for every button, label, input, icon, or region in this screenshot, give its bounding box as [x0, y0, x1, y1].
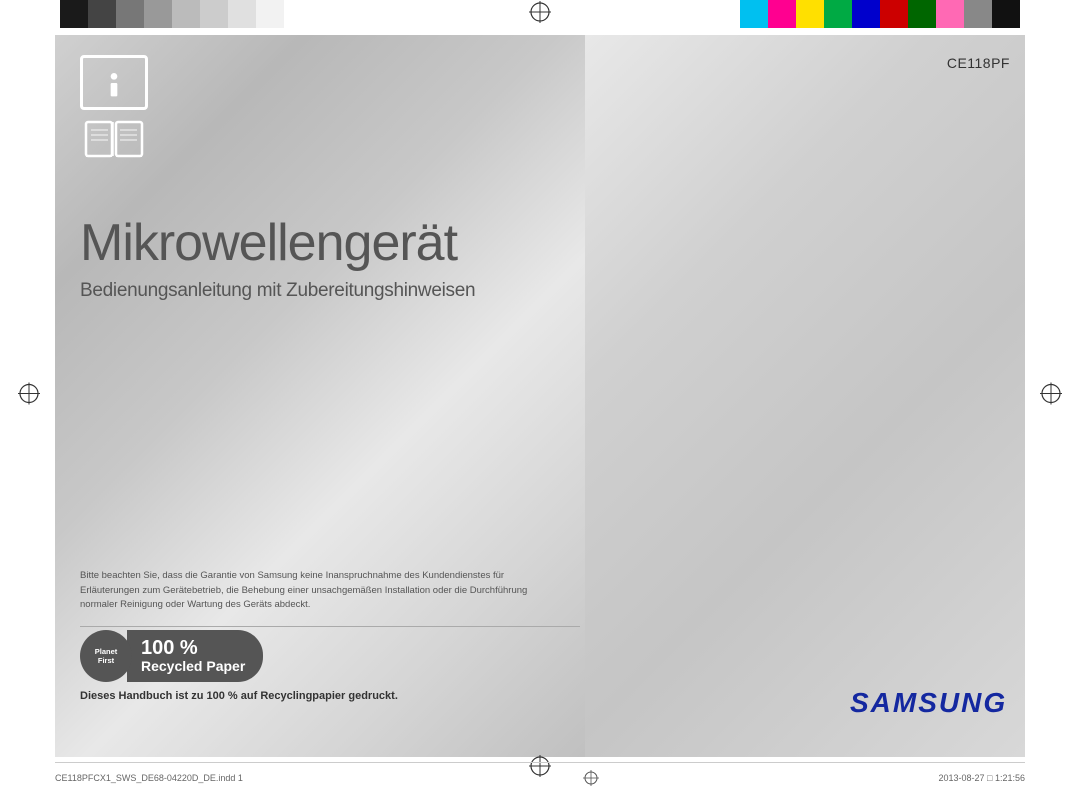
swatch-lighter-gray — [200, 0, 228, 28]
disclaimer-text: Bitte beachten Sie, dass die Garantie vo… — [80, 569, 565, 612]
svg-text:SAMSUNG: SAMSUNG — [850, 687, 1007, 718]
footer-center-reg — [583, 770, 599, 786]
recycled-percent: 100 % — [141, 637, 245, 659]
swatch-pink — [936, 0, 964, 28]
swatch-white-gray — [256, 0, 284, 28]
swatch-mid-gray — [116, 0, 144, 28]
swatch-near-black — [992, 0, 1020, 28]
footer-right: 2013-08-27 □ 1:21:56 — [938, 773, 1025, 783]
model-number: CE118PF — [947, 55, 1010, 71]
left-panel: Mikrowellengerät Bedienungsanleitung mit… — [55, 35, 585, 757]
reg-mark-right-center — [1040, 383, 1062, 410]
swatch-light-gray — [172, 0, 200, 28]
color-swatches-right — [740, 0, 1020, 28]
recycled-text-box: 100 % Recycled Paper — [127, 630, 263, 682]
recycled-label: Recycled Paper — [141, 659, 245, 674]
swatch-red — [880, 0, 908, 28]
swatch-black — [60, 0, 88, 28]
book-icon — [80, 116, 148, 161]
swatch-dark-gray — [88, 0, 116, 28]
info-icon-area — [80, 55, 160, 145]
swatch-dark-green — [908, 0, 936, 28]
main-document: Mikrowellengerät Bedienungsanleitung mit… — [55, 35, 1025, 757]
planet-first-area: Planet First 100 % Recycled Paper Dieses… — [80, 630, 398, 702]
swatch-magenta — [768, 0, 796, 28]
footer: CE118PFCX1_SWS_DE68-04220D_DE.indd 1 201… — [55, 762, 1025, 792]
swatch-gray — [144, 0, 172, 28]
swatch-medium-gray2 — [964, 0, 992, 28]
footer-left: CE118PFCX1_SWS_DE68-04220D_DE.indd 1 — [55, 773, 243, 783]
sub-title: Bedienungsanleitung mit Zubereitungshinw… — [80, 280, 565, 302]
planet-line1: Planet — [95, 647, 118, 656]
swatch-cyan — [740, 0, 768, 28]
reg-mark-top-center — [529, 1, 551, 28]
recycled-statement: Dieses Handbuch ist zu 100 % auf Recycli… — [80, 690, 398, 702]
planet-badge: Planet First — [80, 630, 132, 682]
samsung-logo: SAMSUNG — [850, 680, 1010, 727]
info-box — [80, 55, 148, 110]
color-bar-top — [0, 0, 1080, 28]
divider-line — [80, 626, 580, 627]
planet-line2: First — [98, 656, 114, 665]
right-panel: CE118PF imagine the possibilities Vielen… — [585, 35, 1025, 757]
swatch-blue — [852, 0, 880, 28]
color-swatches-left — [60, 0, 284, 28]
main-title: Mikrowellengerät — [80, 215, 565, 272]
planet-badge-row: Planet First 100 % Recycled Paper — [80, 630, 398, 682]
reg-mark-left-center — [18, 383, 40, 410]
title-area: Mikrowellengerät Bedienungsanleitung mit… — [80, 215, 565, 302]
swatch-green — [824, 0, 852, 28]
swatch-yellow — [796, 0, 824, 28]
swatch-near-white — [228, 0, 256, 28]
